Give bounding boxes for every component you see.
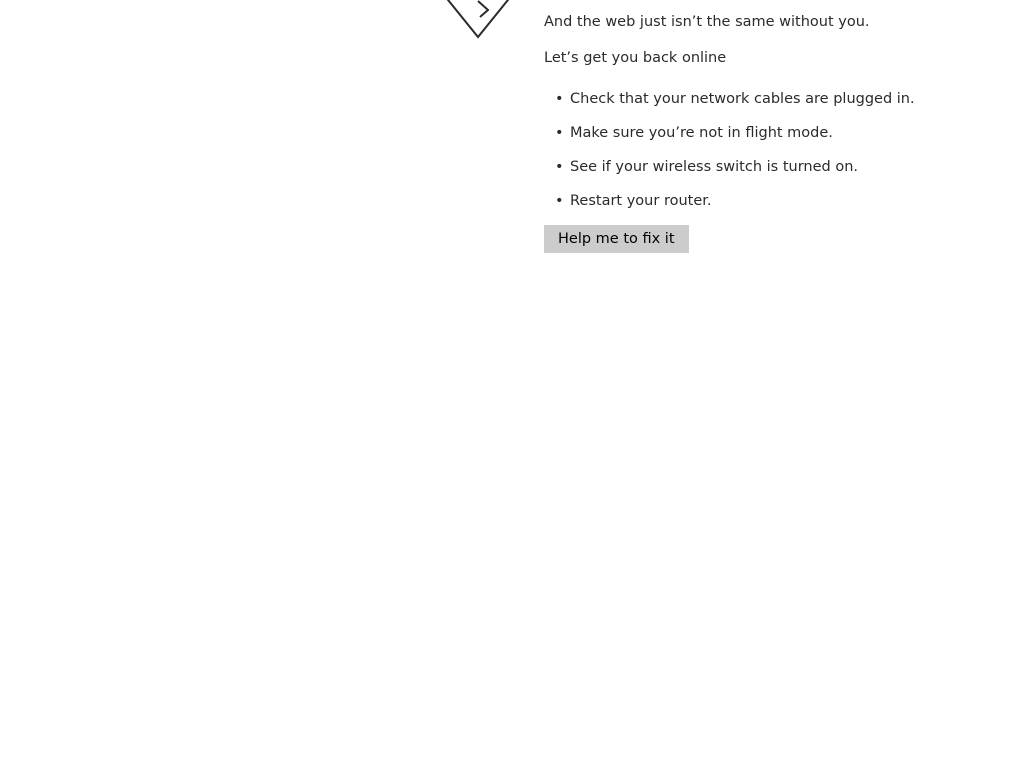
troubleshooting-list: • Check that your network cables are plu…: [544, 89, 1004, 211]
tip-restart-router: Restart your router.: [570, 193, 712, 209]
error-subtitle: And the web just isn’t the same without …: [544, 14, 870, 30]
list-item: • Check that your network cables are plu…: [544, 89, 1004, 109]
tip-wireless-switch: See if your wireless switch is turned on…: [570, 159, 858, 175]
error-content: And the web just isn’t the same without …: [544, 12, 1004, 253]
tip-flight-mode: Make sure you’re not in flight mode.: [570, 125, 833, 141]
tip-cables: Check that your network cables are plugg…: [570, 91, 915, 107]
no-connection-page: And the web just isn’t the same without …: [0, 0, 1024, 768]
help-me-fix-button[interactable]: Help me to fix it: [544, 225, 689, 253]
bullet: •: [555, 91, 564, 107]
list-item: • See if your wireless switch is turned …: [544, 157, 1004, 177]
bullet: •: [555, 159, 564, 175]
list-item: • Restart your router.: [544, 191, 1004, 211]
bullet: •: [555, 193, 564, 209]
disconnected-plug-icon: [432, 0, 524, 40]
back-online-heading: Let’s get you back online: [544, 50, 727, 66]
list-item: • Make sure you’re not in flight mode.: [544, 123, 1004, 143]
bullet: •: [555, 125, 564, 141]
